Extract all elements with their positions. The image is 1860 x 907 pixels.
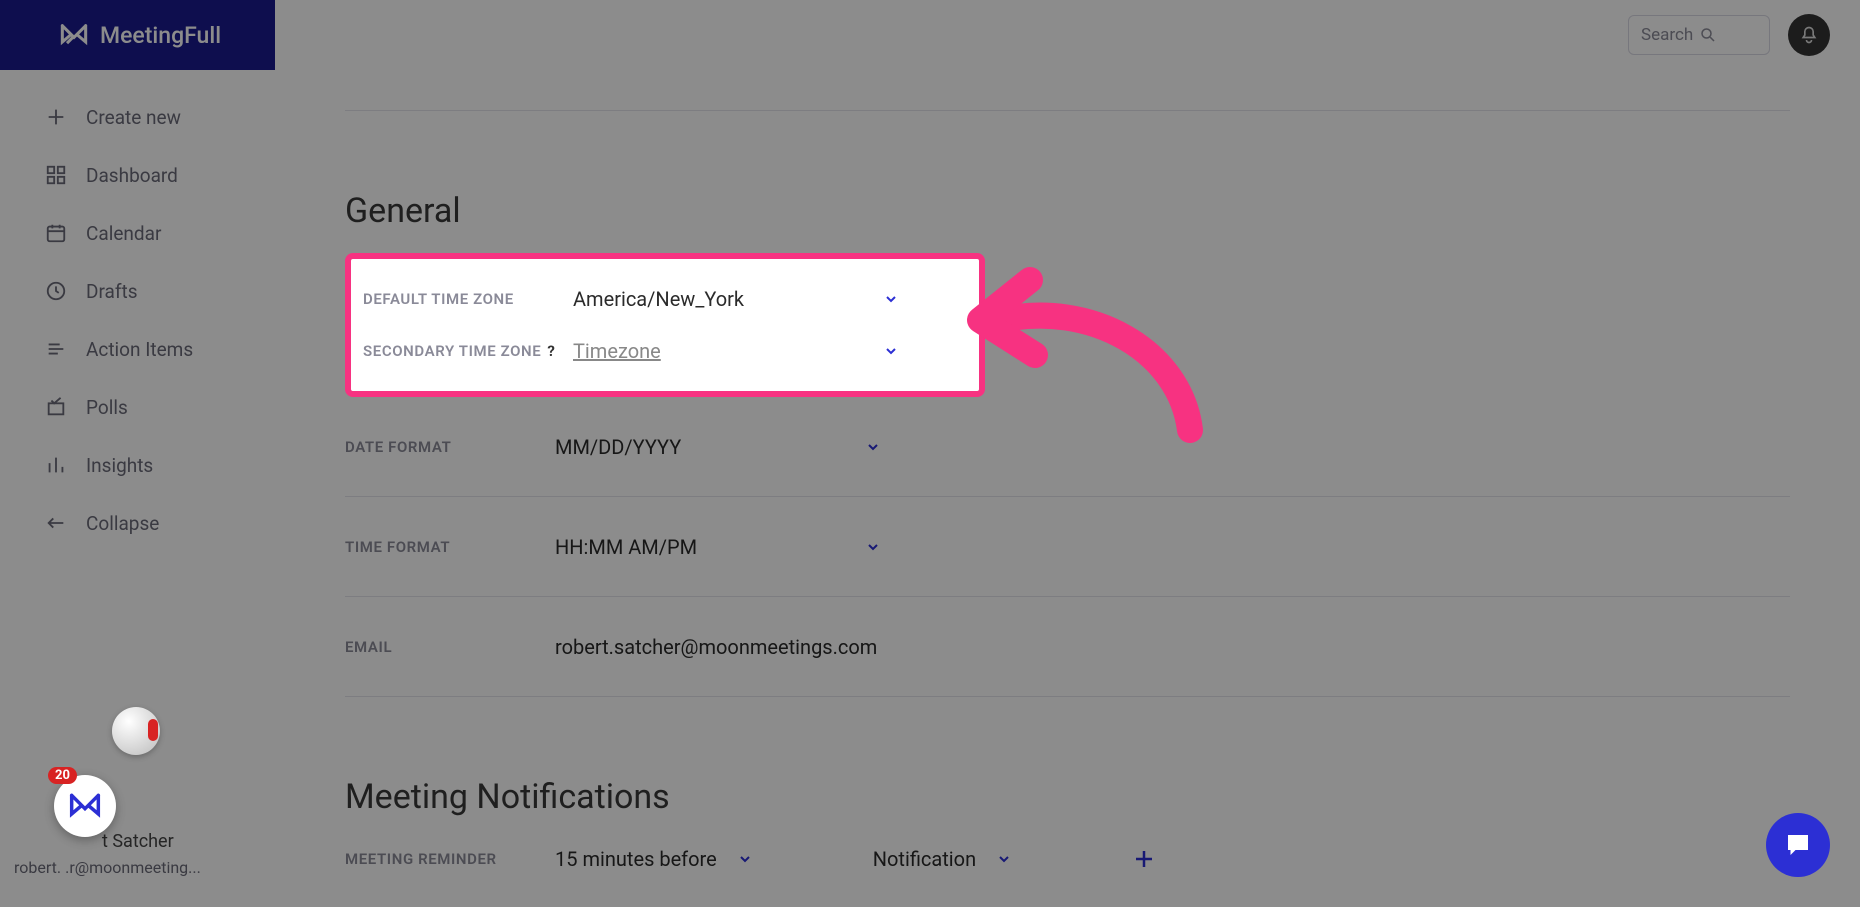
chevron-down-icon[interactable] — [865, 439, 881, 455]
chat-button[interactable] — [1766, 813, 1830, 877]
setting-default-timezone: DEFAULT TIME ZONE America/New_York — [351, 273, 979, 325]
sidebar-item-calendar[interactable]: Calendar — [0, 204, 275, 262]
plus-icon — [44, 105, 68, 129]
email-value: robert.satcher@moonmeetings.com — [555, 635, 1055, 659]
sidebar-item-create[interactable]: Create new — [0, 88, 275, 146]
chevron-down-icon[interactable] — [865, 539, 881, 555]
user-email: robert. .r@moonmeeting... — [14, 858, 261, 877]
bubble-indicator[interactable] — [112, 707, 160, 755]
floating-bubble-group[interactable]: 20 — [54, 775, 116, 837]
setting-time-format: TIME FORMAT HH:MM AM/PM — [345, 497, 1790, 597]
sidebar-item-label: Action Items — [86, 338, 193, 361]
setting-label: TIME FORMAT — [345, 538, 555, 556]
sidebar-item-drafts[interactable]: Drafts — [0, 262, 275, 320]
search-icon — [1699, 26, 1757, 44]
sidebar-item-dashboard[interactable]: Dashboard — [0, 146, 275, 204]
sidebar-item-action-items[interactable]: Action Items — [0, 320, 275, 378]
search-placeholder: Search — [1641, 25, 1699, 45]
sidebar-nav: Create new Dashboard Calendar Drafts Act… — [0, 70, 275, 552]
default-timezone-select[interactable]: America/New_York — [573, 287, 883, 311]
main-area: Search General DEFAULT TIME ZONE America… — [275, 0, 1860, 907]
add-reminder-button[interactable] — [1132, 847, 1156, 871]
chart-icon — [44, 453, 68, 477]
app-logo[interactable]: MeetingFull — [0, 0, 275, 70]
sidebar-item-label: Collapse — [86, 512, 159, 535]
setting-label: MEETING REMINDER — [345, 850, 555, 868]
sidebar-item-collapse[interactable]: Collapse — [0, 494, 275, 552]
sidebar-item-label: Drafts — [86, 280, 138, 303]
arrow-left-icon — [44, 511, 68, 535]
app-launcher-bubble[interactable]: 20 — [54, 775, 116, 837]
section-title-notifications: Meeting Notifications — [345, 777, 1790, 817]
sidebar-item-insights[interactable]: Insights — [0, 436, 275, 494]
section-title-general: General — [345, 191, 1790, 231]
search-input[interactable]: Search — [1628, 15, 1770, 55]
sidebar-item-label: Dashboard — [86, 164, 178, 187]
setting-label: DATE FORMAT — [345, 438, 555, 456]
sidebar-item-label: Calendar — [86, 222, 161, 245]
sidebar-item-label: Create new — [86, 106, 181, 129]
grid-icon — [44, 163, 68, 187]
sidebar: MeetingFull Create new Dashboard Calenda… — [0, 0, 275, 907]
setting-label: DEFAULT TIME ZONE — [363, 290, 573, 308]
bell-icon — [1799, 25, 1819, 45]
setting-date-format: DATE FORMAT MM/DD/YYYY — [345, 397, 1790, 497]
secondary-timezone-select[interactable]: Timezone — [573, 339, 883, 363]
topbar: Search — [275, 0, 1860, 70]
user-name: t Satcher — [102, 831, 261, 852]
app-name: MeetingFull — [100, 22, 221, 49]
sidebar-user-block[interactable]: t Satcher robert. .r@moonmeeting... — [14, 831, 261, 877]
date-format-select[interactable]: MM/DD/YYYY — [555, 435, 865, 459]
chat-icon — [1783, 830, 1813, 860]
setting-secondary-timezone: SECONDARY TIME ZONE ? Timezone — [351, 325, 979, 377]
notifications-button[interactable] — [1788, 14, 1830, 56]
reminder-type-select[interactable]: Notification — [873, 847, 1012, 871]
logo-icon — [60, 23, 88, 47]
help-icon[interactable]: ? — [547, 342, 555, 360]
reminder-time-select[interactable]: 15 minutes before — [555, 847, 753, 871]
chevron-down-icon[interactable] — [883, 291, 899, 307]
badge-count: 20 — [48, 767, 77, 784]
setting-label: SECONDARY TIME ZONE ? — [363, 342, 573, 360]
sidebar-item-label: Insights — [86, 454, 153, 477]
sidebar-item-label: Polls — [86, 396, 128, 419]
clock-icon — [44, 279, 68, 303]
setting-label: EMAIL — [345, 638, 555, 656]
sidebar-item-polls[interactable]: Polls — [0, 378, 275, 436]
setting-meeting-reminder: MEETING REMINDER 15 minutes before Notif… — [345, 847, 1790, 871]
list-icon — [44, 337, 68, 361]
chevron-down-icon — [996, 851, 1012, 867]
divider — [345, 110, 1790, 111]
timezone-highlight-box: DEFAULT TIME ZONE America/New_York SECON… — [345, 253, 985, 397]
chevron-down-icon[interactable] — [883, 343, 899, 359]
chevron-down-icon — [737, 851, 753, 867]
settings-content: General DEFAULT TIME ZONE America/New_Yo… — [275, 110, 1860, 871]
setting-email: EMAIL robert.satcher@moonmeetings.com — [345, 597, 1790, 697]
time-format-select[interactable]: HH:MM AM/PM — [555, 535, 865, 559]
polls-icon — [44, 395, 68, 419]
calendar-icon — [44, 221, 68, 245]
